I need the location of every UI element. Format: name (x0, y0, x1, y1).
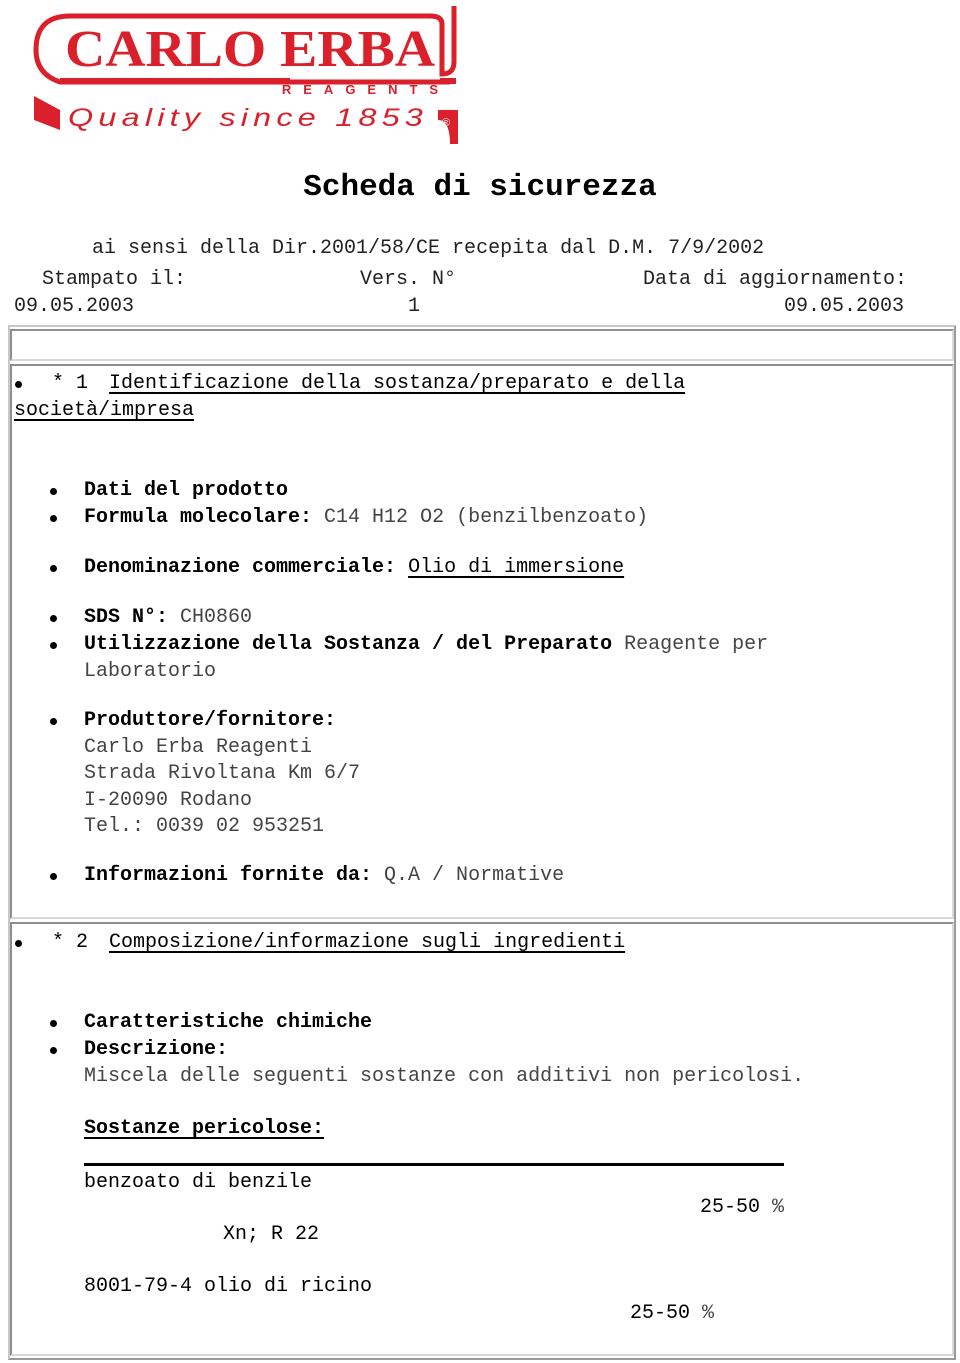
printed-label: Stampato il: (42, 268, 187, 291)
chem-char-label: Caratteristiche chimiche (84, 1011, 373, 1034)
divider (84, 1163, 784, 1166)
section-1-heading: Identificazione della sostanza/preparato… (109, 372, 686, 395)
trade-name-label: Denominazione commerciale: (84, 556, 397, 579)
substance-range: 25-50 % (700, 1194, 784, 1221)
substance-name: 8001-79-4 olio di ricino (84, 1275, 373, 1298)
substance-name: benzoato di benzile (84, 1171, 313, 1194)
section-2-heading: Composizione/informazione sugli ingredie… (109, 931, 626, 954)
bullet (50, 1047, 57, 1054)
bullet (50, 515, 57, 522)
bullet (50, 615, 57, 622)
range-unit: % (702, 1302, 715, 1325)
section-1-prefix: * 1 (52, 372, 89, 395)
use-value-cont: Laboratorio (84, 660, 217, 683)
section-1-heading-cont: società/impresa (14, 399, 195, 422)
updated-value: 09.05.2003 (784, 295, 905, 318)
updated-label: Data di aggiornamento: (643, 268, 908, 291)
sds-value: CH0860 (168, 606, 253, 629)
info-label: Informazioni fornite da: (84, 864, 373, 887)
range-unit: % (772, 1196, 785, 1219)
bullet (50, 873, 57, 880)
info-row: Informazioni fornite da: Q.A / Normative (84, 862, 564, 889)
sds-row: SDS N°: CH0860 (84, 604, 252, 631)
range-value: 25-50 (700, 1196, 761, 1219)
producer-label: Produttore/fornitore: (84, 709, 337, 732)
logo-tagline: Quality since 1853 (68, 104, 428, 132)
use-label: Utilizzazione della Sostanza / del Prepa… (84, 633, 613, 656)
logo-tab-left (34, 96, 60, 130)
producer-line: Tel.: 0039 02 953251 (84, 815, 325, 838)
section-2-prefix: * 2 (52, 931, 89, 954)
use-row: Utilizzazione della Sostanza / del Prepa… (84, 631, 768, 658)
empty-cell (10, 329, 954, 361)
sds-label: SDS N°: (84, 606, 169, 629)
range-value: 25-50 (630, 1302, 691, 1325)
version-value: 1 (408, 295, 421, 318)
producer-line: Carlo Erba Reagenti (84, 736, 313, 759)
trade-name-row: Denominazione commerciale: Olio di immer… (84, 554, 624, 581)
producer-line: Strada Rivoltana Km 6/7 (84, 762, 361, 785)
bullet (15, 381, 22, 388)
bullet (50, 565, 57, 572)
logo-brand: CARLO ERBA (65, 21, 435, 78)
substance-range: 25-50 % (630, 1300, 714, 1327)
page-title: Scheda di sicurezza (303, 170, 657, 205)
version-label: Vers. N° (360, 268, 457, 291)
producer-line: I-20090 Rodano (84, 789, 253, 812)
product-data-label: Dati del prodotto (84, 479, 289, 502)
substance-classification: Xn; R 22 (223, 1223, 320, 1246)
printed-value: 09.05.2003 (14, 295, 135, 318)
hazardous-label: Sostanze pericolose: (84, 1117, 325, 1140)
bullet (50, 642, 57, 649)
carlo-erba-logo: CARLO ERBA REAGENTS Quality since 1853 ® (33, 6, 458, 144)
trade-name-value: Olio di immersione (408, 556, 625, 579)
bullet (15, 940, 22, 947)
description-label: Descrizione: (84, 1038, 229, 1061)
info-value: Q.A / Normative (372, 864, 565, 887)
description-value: Miscela delle seguenti sostanze con addi… (84, 1065, 805, 1088)
bullet (50, 718, 57, 725)
formula-row: Formula molecolare: C14 H12 O2 (benzilbe… (84, 504, 648, 531)
formula-label: Formula molecolare: (84, 506, 313, 529)
bullet (50, 1020, 57, 1027)
logo-registered-mark: ® (442, 117, 450, 129)
logo-sub: REAGENTS (282, 82, 450, 97)
bullet (50, 488, 57, 495)
formula-value: C14 H12 O2 (benzilbenzoato) (312, 506, 649, 529)
subtitle: ai sensi della Dir.2001/58/CE recepita d… (92, 237, 765, 260)
use-value: Reagente per (612, 633, 769, 656)
